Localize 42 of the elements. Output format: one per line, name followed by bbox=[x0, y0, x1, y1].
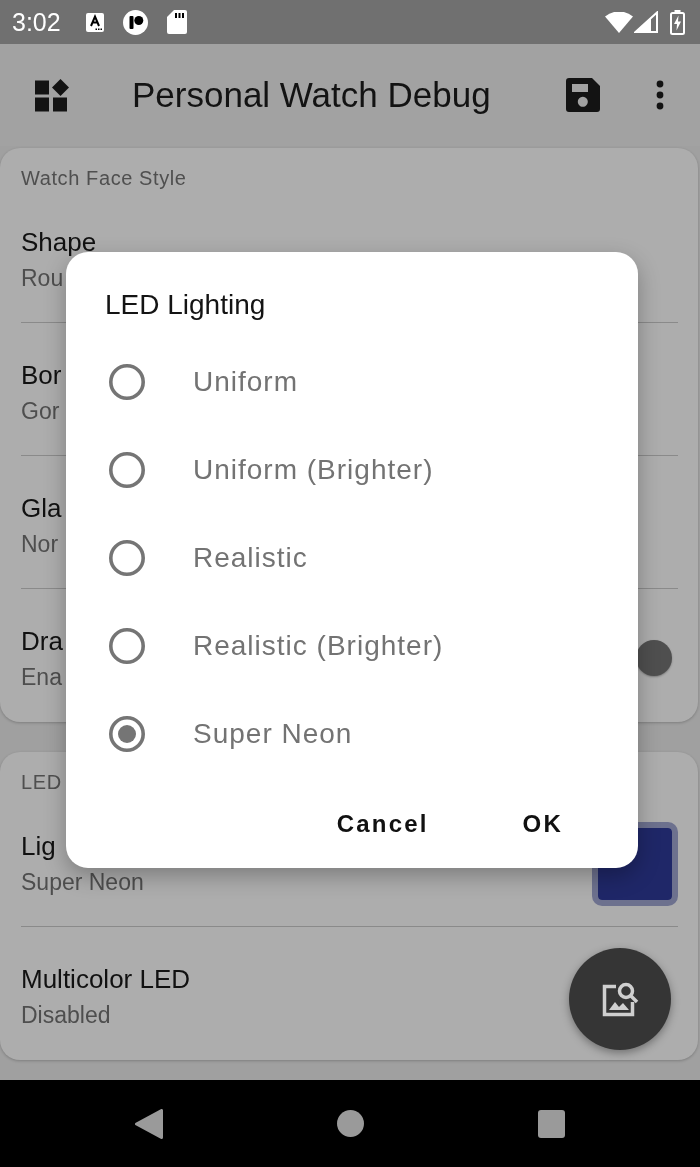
section-header: Watch Face Style bbox=[21, 166, 187, 190]
app-logo-icon bbox=[122, 9, 148, 35]
widgets-icon[interactable] bbox=[35, 78, 69, 112]
radio-button[interactable] bbox=[109, 540, 145, 576]
battery-icon bbox=[670, 9, 685, 35]
switch-thumb[interactable] bbox=[636, 640, 672, 676]
more-icon[interactable] bbox=[656, 80, 664, 110]
radio-button[interactable] bbox=[109, 716, 145, 752]
app-title: Personal Watch Debug bbox=[132, 75, 491, 115]
home-icon bbox=[336, 1110, 364, 1137]
font-icon bbox=[85, 12, 104, 32]
save-icon[interactable] bbox=[566, 78, 600, 112]
setting-title: Shape bbox=[21, 227, 97, 257]
setting-summary: Gor bbox=[21, 397, 60, 426]
setting-title: Gla bbox=[21, 493, 62, 523]
setting-summary: Nor bbox=[21, 530, 59, 559]
section-header: LED bbox=[21, 770, 62, 794]
radio-button[interactable] bbox=[109, 628, 145, 664]
radio-button[interactable] bbox=[109, 452, 145, 488]
back-icon bbox=[135, 1108, 163, 1139]
setting-title: Lig bbox=[21, 831, 56, 861]
option-label: Uniform (Brighter) bbox=[193, 454, 434, 486]
setting-title: Bor bbox=[21, 360, 62, 390]
sd-card-icon bbox=[166, 10, 187, 34]
setting-title: Multicolor LED bbox=[21, 964, 191, 994]
setting-summary: Ena bbox=[21, 663, 62, 692]
option-label: Uniform bbox=[193, 366, 298, 398]
setting-summary: Rou bbox=[21, 264, 64, 293]
setting-summary: Disabled bbox=[21, 1001, 111, 1030]
status-time: 3:02 bbox=[12, 7, 61, 37]
option-label: Super Neon bbox=[193, 718, 353, 750]
radio-button[interactable] bbox=[109, 364, 145, 400]
recents-icon bbox=[537, 1109, 565, 1138]
signal-icon bbox=[634, 11, 658, 33]
option-label: Realistic bbox=[193, 542, 308, 574]
option-label: Realistic (Brighter) bbox=[193, 630, 444, 662]
setting-summary: Super Neon bbox=[21, 868, 144, 897]
image-search-icon bbox=[601, 980, 639, 1018]
dialog-button[interactable]: OK bbox=[504, 800, 581, 848]
dialog-title: LED Lighting bbox=[105, 291, 266, 319]
setting-title: Dra bbox=[21, 626, 63, 656]
dialog-button[interactable]: Cancel bbox=[318, 800, 447, 848]
